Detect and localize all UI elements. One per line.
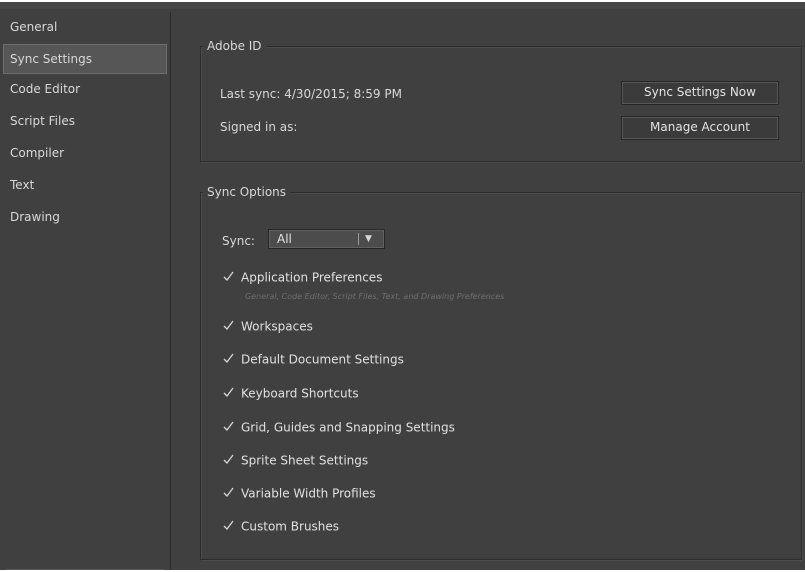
option-keyboard-shortcuts[interactable]: Keyboard Shortcuts <box>222 384 359 402</box>
option-custom-brushes[interactable]: Custom Brushes <box>222 517 339 535</box>
checkmark-icon[interactable] <box>222 270 235 283</box>
option-label: Custom Brushes <box>241 519 340 534</box>
adobe-id-title: Adobe ID <box>203 38 266 54</box>
application-preferences-subtitle: General, Code Editor, Script Files, Text… <box>245 292 505 301</box>
dropdown-separator <box>358 233 359 245</box>
checkmark-icon[interactable] <box>222 386 235 399</box>
option-label: Default Document Settings <box>241 352 404 367</box>
sidebar-item-code-editor[interactable]: Code Editor <box>0 74 170 106</box>
sidebar-item-text[interactable]: Text <box>0 170 170 202</box>
sidebar-item-compiler[interactable]: Compiler <box>0 138 170 170</box>
option-label: Sprite Sheet Settings <box>241 453 369 468</box>
sync-options-title: Sync Options <box>203 184 291 200</box>
option-label: Keyboard Shortcuts <box>241 386 359 401</box>
sidebar-item-general[interactable]: General <box>0 12 170 44</box>
option-label: Application Preferences <box>241 270 383 285</box>
manage-account-button[interactable]: Manage Account <box>621 116 779 140</box>
sidebar-item-drawing[interactable]: Drawing <box>0 202 170 234</box>
checkmark-icon[interactable] <box>222 453 235 466</box>
category-sidebar: General Sync Settings Code Editor Script… <box>0 12 171 570</box>
sync-label: Sync: <box>222 234 255 248</box>
signed-in-label: Signed in as: <box>220 120 298 134</box>
checkmark-icon[interactable] <box>222 319 235 332</box>
sidebar-item-script-files[interactable]: Script Files <box>0 106 170 138</box>
sidebar-item-sync-settings[interactable]: Sync Settings <box>3 44 167 74</box>
option-grid-guides-snapping[interactable]: Grid, Guides and Snapping Settings <box>222 418 455 436</box>
checkmark-icon[interactable] <box>222 486 235 499</box>
sync-dropdown[interactable]: All ▼ <box>268 229 385 249</box>
option-default-document-settings[interactable]: Default Document Settings <box>222 350 404 368</box>
preferences-window: General Sync Settings Code Editor Script… <box>0 2 805 570</box>
option-sprite-sheet-settings[interactable]: Sprite Sheet Settings <box>222 451 368 469</box>
checkmark-icon[interactable] <box>222 352 235 365</box>
option-application-preferences[interactable]: Application Preferences <box>222 268 382 286</box>
checkmark-icon[interactable] <box>222 519 235 532</box>
option-label: Grid, Guides and Snapping Settings <box>241 420 455 435</box>
option-variable-width-profiles[interactable]: Variable Width Profiles <box>222 484 376 502</box>
sync-dropdown-value: All <box>277 232 292 246</box>
last-sync-text: Last sync: 4/30/2015; 8:59 PM <box>220 87 402 101</box>
option-workspaces[interactable]: Workspaces <box>222 317 313 335</box>
top-strip <box>0 2 805 9</box>
sidebar-divider <box>6 569 164 570</box>
checkmark-icon[interactable] <box>222 420 235 433</box>
option-label: Workspaces <box>241 319 313 334</box>
chevron-down-icon: ▼ <box>365 234 372 244</box>
sync-settings-now-button[interactable]: Sync Settings Now <box>621 81 779 105</box>
option-label: Variable Width Profiles <box>241 486 376 501</box>
